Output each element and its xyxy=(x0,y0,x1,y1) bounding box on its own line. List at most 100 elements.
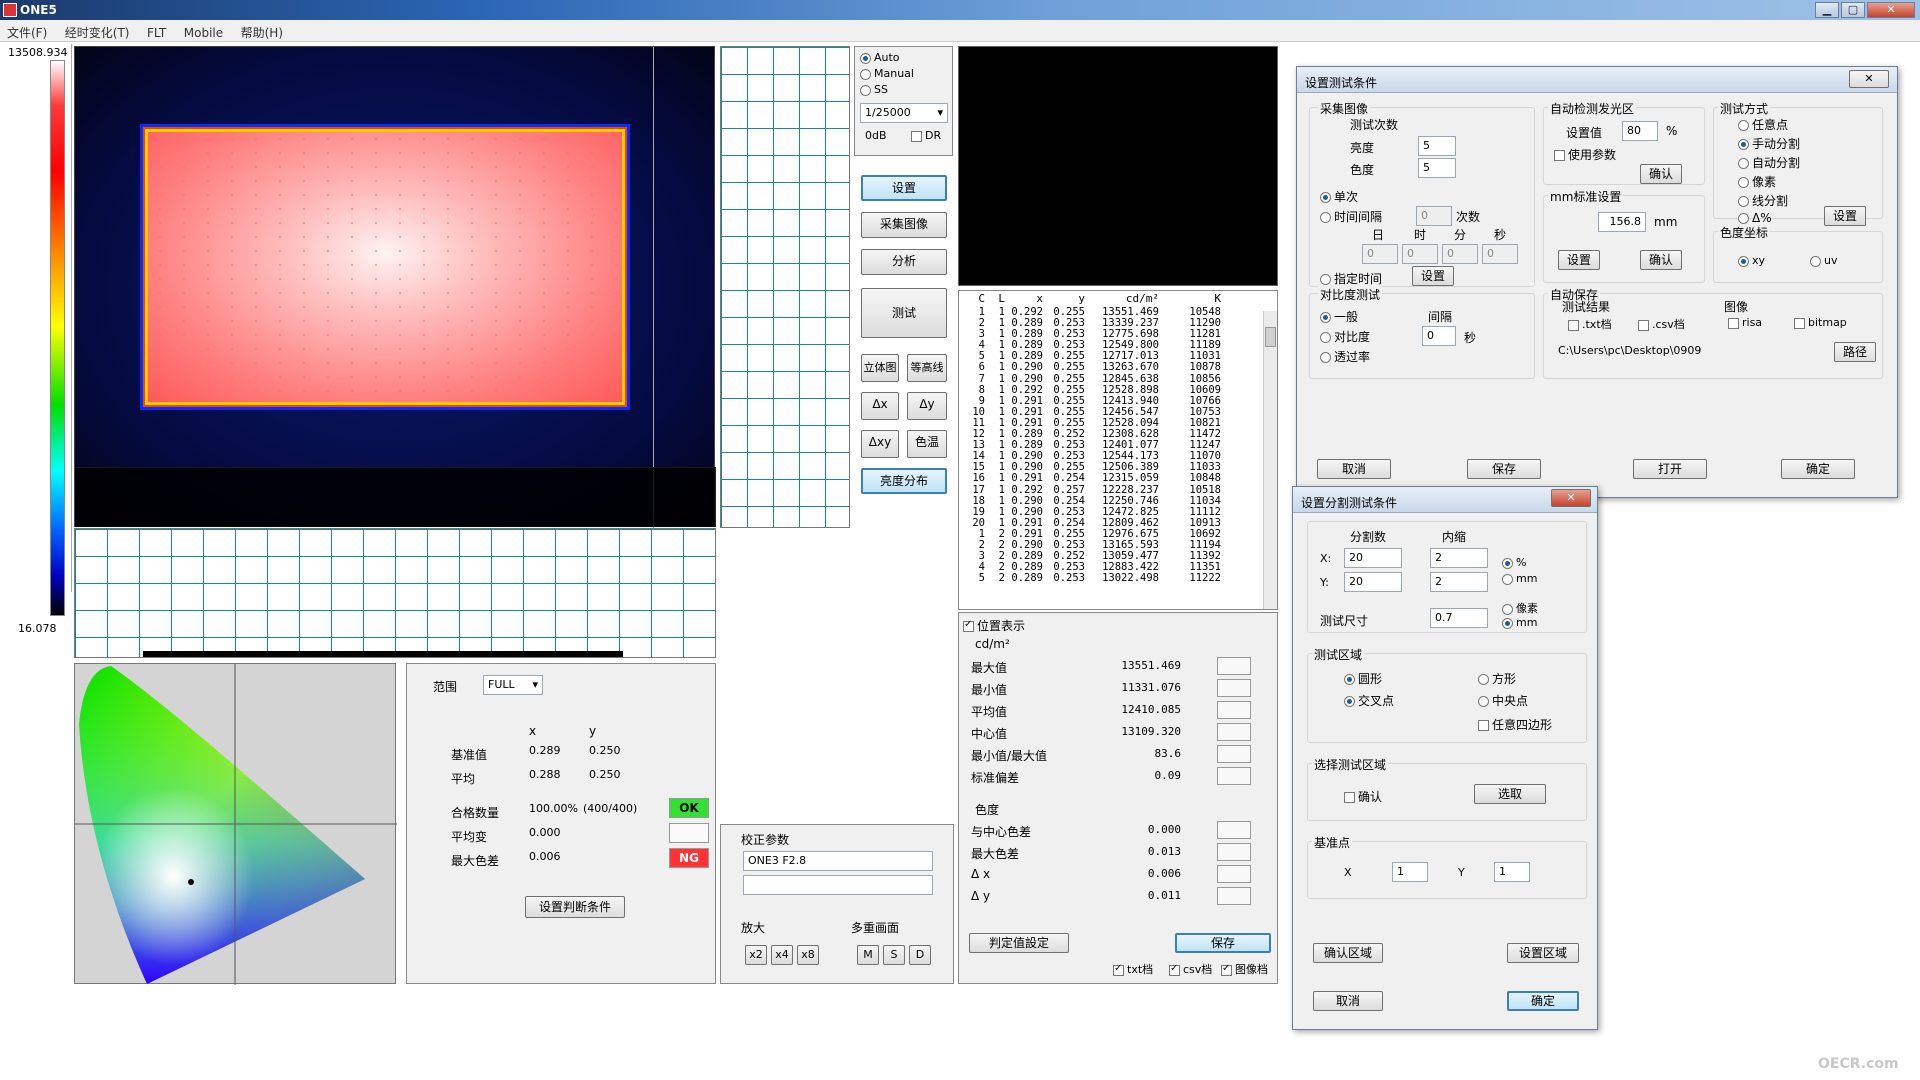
path-button[interactable]: 路径 xyxy=(1834,342,1876,362)
luminance-image[interactable] xyxy=(74,46,716,528)
general-radio[interactable]: 一般 xyxy=(1320,308,1358,325)
calib-value[interactable]: ONE3 F2.8 xyxy=(743,851,933,871)
method-set-button[interactable]: 设置 xyxy=(1824,206,1866,226)
multi-s-button[interactable]: S xyxy=(883,945,905,965)
ref-y-input[interactable]: 1 xyxy=(1494,862,1530,882)
measure-button[interactable]: 测试 xyxy=(861,288,947,338)
day-input[interactable]: 0 xyxy=(1362,244,1398,264)
dlg1-cancel-button[interactable]: 取消 xyxy=(1317,459,1391,479)
specify-radio[interactable]: 指定时间 xyxy=(1320,270,1382,287)
result-txt-checkbox[interactable]: .txt档 xyxy=(1568,316,1612,332)
mode-auto[interactable]: Auto xyxy=(860,51,900,64)
mode-manual[interactable]: Manual xyxy=(860,67,914,80)
x-inner-input[interactable]: 2 xyxy=(1430,548,1488,568)
dlg1-open-button[interactable]: 打开 xyxy=(1633,459,1707,479)
size-input[interactable]: 0.7 xyxy=(1430,608,1488,628)
dlg1-close-button[interactable]: ✕ xyxy=(1849,70,1889,88)
interval-count-input[interactable]: 0 xyxy=(1416,206,1452,226)
xy-radio[interactable]: xy xyxy=(1738,254,1765,267)
set-area-button[interactable]: 设置区域 xyxy=(1507,943,1579,963)
multi-m-button[interactable]: M xyxy=(857,945,879,965)
dx-button[interactable]: Δx xyxy=(861,392,899,420)
scrollbar-thumb[interactable] xyxy=(1265,327,1276,347)
transmit-radio[interactable]: 透过率 xyxy=(1320,348,1370,365)
zoom-x4-button[interactable]: x4 xyxy=(771,945,793,965)
uv-radio[interactable]: uv xyxy=(1810,254,1837,267)
method-line-radio[interactable]: 线分割 xyxy=(1738,192,1788,209)
table-scrollbar[interactable] xyxy=(1263,311,1277,609)
circle-radio[interactable]: 圆形 xyxy=(1344,670,1382,687)
method-arbitrary-radio[interactable]: 任意点 xyxy=(1738,116,1788,133)
gap-input[interactable]: 0 xyxy=(1422,326,1456,346)
menu-flt[interactable]: FLT xyxy=(140,22,173,44)
interval-radio[interactable]: 时间间隔 xyxy=(1320,208,1382,225)
bitmap-checkbox[interactable]: bitmap xyxy=(1794,316,1847,329)
contour-button[interactable]: 等高线 xyxy=(907,354,947,382)
single-radio[interactable]: 单次 xyxy=(1320,188,1358,205)
analyze-button[interactable]: 分析 xyxy=(861,249,947,275)
method-auto-radio[interactable]: 自动分割 xyxy=(1738,154,1800,171)
inner-mm-radio[interactable]: mm xyxy=(1502,572,1537,585)
size-mm-radio[interactable]: mm xyxy=(1502,616,1537,629)
setup-button[interactable]: 设置 xyxy=(861,175,947,201)
path-input[interactable]: C:\Users\pc\Desktop\0909 xyxy=(1554,342,1824,362)
sec-input[interactable]: 0 xyxy=(1482,244,1518,264)
table-row[interactable]: 6 1 0.290 0.255 13263.670 10878 xyxy=(959,362,1259,373)
cross-radio[interactable]: 交叉点 xyxy=(1344,692,1394,709)
method-manual-radio[interactable]: 手动分割 xyxy=(1738,135,1800,152)
judge-condition-button[interactable]: 设置判断条件 xyxy=(525,896,625,918)
contrast-radio[interactable]: 对比度 xyxy=(1320,328,1370,345)
judge-setting-button[interactable]: 判定值設定 xyxy=(969,933,1069,953)
dlg1-save-button[interactable]: 保存 xyxy=(1467,459,1541,479)
mode-ss[interactable]: SS xyxy=(860,83,888,96)
menu-time-change[interactable]: 经时变化(T) xyxy=(58,20,137,45)
dlg2-ok-button[interactable]: 确定 xyxy=(1507,991,1579,1011)
close-button[interactable]: ✕ xyxy=(1867,2,1915,18)
hour-input[interactable]: 0 xyxy=(1402,244,1438,264)
mm-confirm-button[interactable]: 确认 xyxy=(1640,250,1682,270)
csv-checkbox[interactable]: csv档 xyxy=(1169,961,1212,977)
set-value-input[interactable]: 80 xyxy=(1622,121,1658,141)
method-delta-radio[interactable]: Δ% xyxy=(1738,211,1772,225)
table-row[interactable]: 7 1 0.290 0.255 12845.638 10856 xyxy=(959,373,1259,385)
save-button[interactable]: 保存 xyxy=(1175,933,1271,953)
auto-confirm-button[interactable]: 确认 xyxy=(1640,164,1682,184)
min-input[interactable]: 0 xyxy=(1442,244,1478,264)
shutter-select[interactable]: 1/25000 ▾ xyxy=(860,103,948,123)
mm-value-input[interactable]: 156.8 xyxy=(1598,212,1646,232)
table-row[interactable]: 16 1 0.291 0.254 12315.059 10848 xyxy=(959,473,1259,484)
y-inner-input[interactable]: 2 xyxy=(1430,572,1488,592)
y-div-input[interactable]: 20 xyxy=(1344,572,1402,592)
menu-help[interactable]: 帮助(H) xyxy=(234,20,290,45)
maximize-button[interactable]: ▢ xyxy=(1841,2,1865,18)
position-display-checkbox[interactable]: 位置表示 xyxy=(963,617,1025,634)
dlg2-close-button[interactable]: ✕ xyxy=(1551,489,1591,507)
dlg2-cancel-button[interactable]: 取消 xyxy=(1313,991,1383,1011)
capture-button[interactable]: 采集图像 xyxy=(861,212,947,238)
square-radio[interactable]: 方形 xyxy=(1478,670,1516,687)
result-csv-checkbox[interactable]: .csv档 xyxy=(1638,316,1685,332)
zoom-x8-button[interactable]: x8 xyxy=(797,945,819,965)
dr-checkbox[interactable]: DR xyxy=(911,129,941,142)
lum-count-input[interactable]: 5 xyxy=(1418,136,1456,156)
txt-checkbox[interactable]: txt档 xyxy=(1113,961,1153,977)
ref-x-input[interactable]: 1 xyxy=(1392,862,1428,882)
zoom-x2-button[interactable]: x2 xyxy=(745,945,767,965)
sel-confirm-checkbox[interactable]: 确认 xyxy=(1344,788,1382,805)
chroma-count-input[interactable]: 5 xyxy=(1418,158,1456,178)
confirm-area-button[interactable]: 确认区域 xyxy=(1313,943,1383,963)
size-pixel-radio[interactable]: 像素 xyxy=(1502,600,1538,616)
quad-checkbox[interactable]: 任意四边形 xyxy=(1478,716,1552,733)
risa-checkbox[interactable]: risa xyxy=(1728,316,1762,329)
color-temp-button[interactable]: 色温 xyxy=(907,430,947,458)
use-param-checkbox[interactable]: 使用参数 xyxy=(1554,146,1616,163)
view3d-button[interactable]: 立体图 xyxy=(861,354,899,382)
menu-mobile[interactable]: Mobile xyxy=(177,22,230,44)
table-row[interactable]: 5 2 0.289 0.253 13022.498 11222 xyxy=(959,573,1259,584)
table-row[interactable]: 17 1 0.292 0.257 12228.237 10518 xyxy=(959,484,1259,496)
range-select[interactable]: FULL ▾ xyxy=(483,675,543,695)
dlg1-ok-button[interactable]: 确定 xyxy=(1781,459,1855,479)
calib-value-2[interactable] xyxy=(743,875,933,895)
mm-set-button[interactable]: 设置 xyxy=(1558,250,1600,270)
luminance-dist-button[interactable]: 亮度分布 xyxy=(861,468,947,494)
